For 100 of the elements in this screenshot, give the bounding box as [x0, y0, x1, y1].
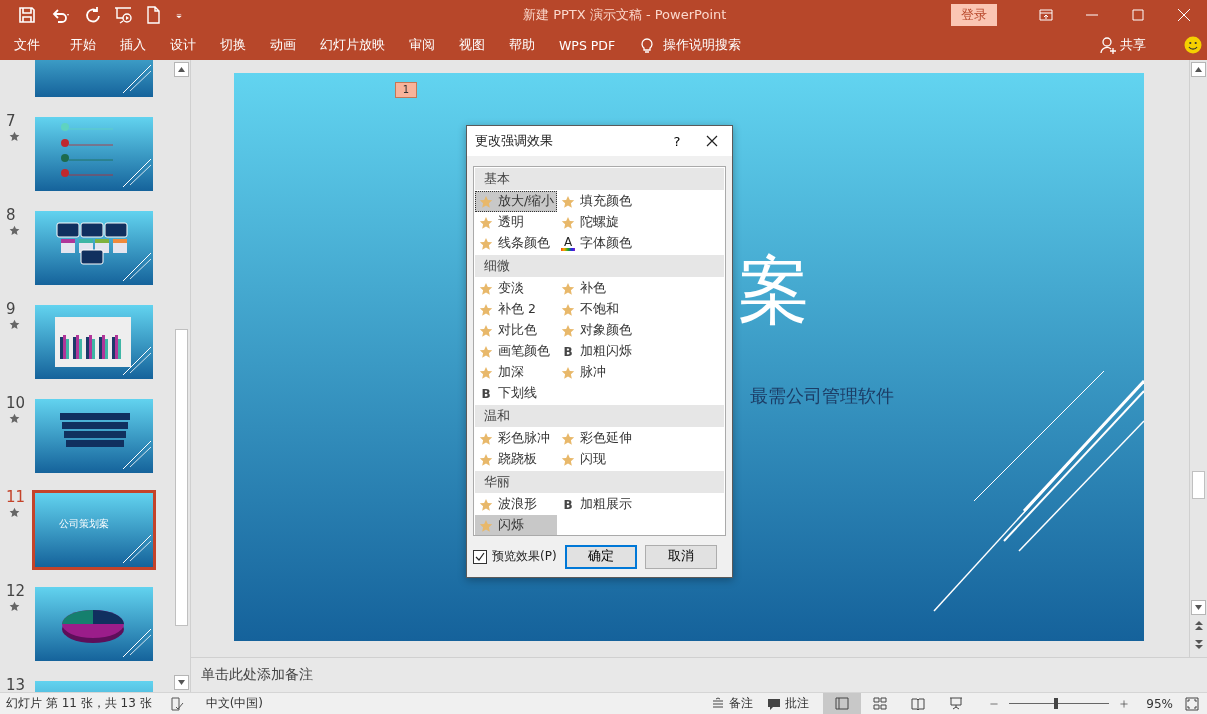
tell-me-search[interactable]: 操作说明搜索 — [663, 36, 742, 54]
effect-item[interactable]: 填充颜色 — [557, 191, 639, 212]
notes-placeholder[interactable]: 单击此处添加备注 — [201, 666, 313, 684]
notes-button[interactable]: 备注 — [711, 695, 753, 712]
star-icon — [479, 215, 493, 230]
bold-icon: B — [479, 386, 493, 401]
scroll-down-button[interactable] — [174, 675, 189, 690]
effect-item[interactable]: 跷跷板 — [475, 449, 557, 470]
effect-item[interactable]: B 加粗展示 — [557, 494, 639, 515]
group-header: 华丽 — [475, 471, 724, 493]
effect-item[interactable]: 彩色脉冲 — [475, 428, 557, 449]
effect-item[interactable]: 透明 — [475, 212, 557, 233]
star-icon — [479, 518, 493, 533]
sign-in-button[interactable]: 登录 — [951, 4, 997, 26]
star-icon — [561, 431, 575, 446]
star-icon — [479, 323, 493, 338]
star-icon — [561, 365, 575, 380]
save-icon[interactable] — [18, 6, 36, 24]
help-button[interactable]: ? — [662, 132, 692, 150]
fit-to-window-icon[interactable] — [1185, 696, 1199, 711]
effect-item[interactable]: 彩色延伸 — [557, 428, 639, 449]
language-label[interactable]: 中文(中国) — [199, 695, 263, 712]
person-add-icon — [1100, 36, 1116, 54]
previous-slide-icon[interactable] — [1194, 621, 1203, 631]
normal-view-icon — [835, 697, 849, 710]
effect-item[interactable]: 补色 2 — [475, 299, 557, 320]
menu-tab[interactable]: 幻灯片放映 — [308, 36, 397, 54]
preview-checkbox[interactable] — [473, 549, 487, 564]
slide-number: 9 — [5, 301, 16, 317]
maximize-icon — [1131, 8, 1145, 22]
zoom-thumb[interactable] — [1054, 698, 1058, 709]
menu-tab[interactable]: WPS PDF — [547, 37, 628, 53]
effect-item[interactable]: 不饱和 — [557, 299, 639, 320]
bold-icon: B — [561, 344, 575, 359]
share-button[interactable]: 共享 — [1100, 36, 1146, 54]
smiley-icon[interactable] — [1184, 36, 1202, 54]
effect-item[interactable]: B 下划线 — [475, 383, 557, 404]
cancel-button[interactable]: 取消 — [644, 544, 717, 569]
star-icon — [479, 194, 493, 209]
book-icon — [911, 697, 925, 710]
effect-item[interactable]: 画笔颜色 — [475, 341, 557, 362]
effect-item[interactable]: 补色 — [557, 278, 639, 299]
effect-item[interactable]: 波浪形 — [475, 494, 557, 515]
effect-item[interactable]: 加深 — [475, 362, 557, 383]
slide-count: 幻灯片 第 11 张，共 13 张 — [5, 695, 152, 712]
menu-tab[interactable]: 插入 — [108, 36, 158, 54]
close-icon — [1177, 8, 1191, 22]
star-icon — [479, 365, 493, 380]
effect-item[interactable]: 线条颜色 — [475, 233, 557, 254]
menu-tab[interactable]: 视图 — [447, 36, 497, 54]
star-icon — [561, 281, 575, 296]
zoom-level[interactable]: 95% — [1133, 696, 1173, 711]
projector-screen-icon — [949, 697, 963, 710]
menu-tab[interactable]: 动画 — [258, 36, 308, 54]
star-icon — [479, 497, 493, 512]
star-icon — [479, 344, 493, 359]
down-arrow-icon — [1195, 605, 1202, 610]
star-icon — [561, 302, 575, 317]
effect-item[interactable]: A 字体颜色 — [557, 233, 639, 254]
menu-tab[interactable]: 开始 — [58, 36, 108, 54]
scrollbar-thumb[interactable] — [1192, 471, 1205, 499]
group-header: 温和 — [475, 405, 724, 427]
star-icon — [561, 194, 575, 209]
scroll-up-button[interactable] — [174, 62, 189, 77]
redo-icon[interactable] — [84, 6, 102, 24]
star-icon — [479, 302, 493, 317]
effect-item[interactable]: 闪烁 — [475, 515, 557, 535]
animation-tag[interactable]: 1 — [395, 82, 417, 98]
down-arrow-icon — [178, 680, 185, 685]
menu-tab[interactable]: 审阅 — [397, 36, 447, 54]
star-icon — [479, 452, 493, 467]
scroll-up-button[interactable] — [1191, 62, 1206, 77]
effect-item[interactable]: 放大/缩小 — [475, 191, 557, 212]
effect-item[interactable]: 陀螺旋 — [557, 212, 639, 233]
effect-item[interactable]: 脉冲 — [557, 362, 639, 383]
effect-item[interactable]: 对比色 — [475, 320, 557, 341]
slide-number: 11 — [5, 489, 26, 505]
slide-number: 13 — [5, 677, 26, 692]
menu-tab[interactable]: 文件 — [0, 36, 58, 54]
slide-number: 12 — [5, 583, 26, 599]
menu-tab[interactable]: 帮助 — [497, 36, 547, 54]
scroll-down-button[interactable] — [1191, 600, 1206, 615]
spell-check-icon[interactable] — [169, 696, 184, 711]
effect-item[interactable]: B 加粗闪烁 — [557, 341, 639, 362]
slideshow-icon[interactable] — [114, 6, 132, 24]
dialog-title: 更改强调效果 — [474, 132, 554, 150]
slide-number: 7 — [5, 113, 16, 129]
ok-button[interactable]: 确定 — [564, 544, 637, 569]
menu-tab[interactable]: 设计 — [158, 36, 208, 54]
star-icon — [479, 281, 493, 296]
preview-label[interactable]: 预览效果(P) — [492, 548, 557, 565]
effect-item[interactable]: 变淡 — [475, 278, 557, 299]
new-file-icon[interactable] — [144, 6, 162, 24]
scrollbar-thumb[interactable] — [175, 329, 188, 626]
effect-item[interactable]: 闪现 — [557, 449, 639, 470]
effect-item[interactable]: 对象颜色 — [557, 320, 639, 341]
menu-tab[interactable]: 切换 — [208, 36, 258, 54]
slide-number: 8 — [5, 207, 16, 223]
comments-button[interactable]: 批注 — [767, 695, 809, 712]
next-slide-icon[interactable] — [1194, 639, 1203, 649]
